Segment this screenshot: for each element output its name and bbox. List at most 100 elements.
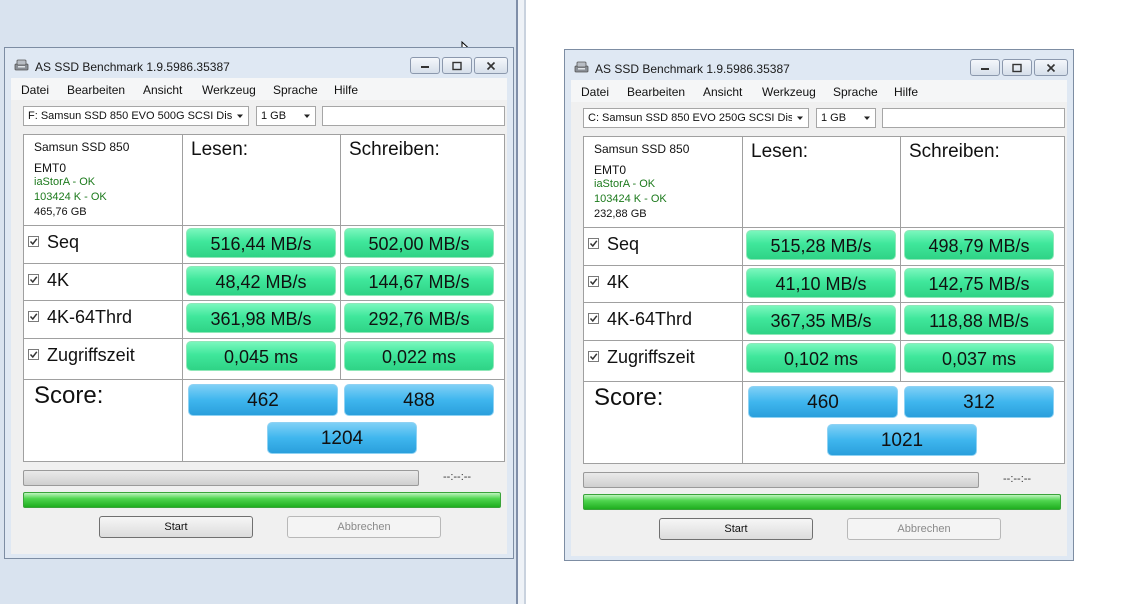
maximize-button[interactable] (1002, 59, 1032, 76)
menu-werkzeug[interactable]: Werkzeug (202, 83, 256, 97)
4k64-write-result: 292,76 MB/s (344, 303, 494, 333)
maximize-button[interactable] (442, 57, 472, 74)
divider (900, 137, 901, 381)
checkbox[interactable] (588, 275, 599, 287)
size-select-value: 1 GB (821, 112, 847, 124)
alignment-status: 103424 K - OK (594, 193, 667, 205)
overall-progress-bar (583, 494, 1061, 510)
checkbox[interactable] (28, 310, 39, 322)
4k-read-result: 41,10 MB/s (746, 268, 896, 298)
4k-read-result: 48,42 MB/s (186, 266, 336, 296)
access-write-result: 0,037 ms (904, 343, 1054, 373)
divider (182, 135, 183, 461)
close-button[interactable] (474, 57, 508, 74)
access-write-result: 0,022 ms (344, 341, 494, 371)
device-firmware: EMT0 (34, 161, 67, 175)
checkmark-icon (29, 351, 38, 358)
benchmark-window: AS SSD Benchmark 1.9.5986.35387 Datei Be… (564, 49, 1074, 561)
menu-datei[interactable]: Datei (581, 85, 609, 99)
checkmark-icon (29, 313, 38, 320)
row-label: Zugriffszeit (607, 347, 695, 367)
score-area: Score: (24, 380, 182, 461)
elapsed-time: --:--:-- (443, 471, 472, 483)
divider (584, 302, 1064, 303)
write-header: Schreiben: (909, 141, 1000, 162)
row-seq[interactable]: Seq (588, 234, 639, 255)
elapsed-time: --:--:-- (1003, 473, 1032, 485)
menu-hilfe[interactable]: Hilfe (894, 85, 918, 99)
menu-sprache[interactable]: Sprache (833, 85, 878, 99)
row-label: 4K-64Thrd (47, 307, 133, 327)
app-icon (574, 61, 589, 73)
close-icon (1046, 63, 1056, 72)
score-area: Score: (584, 382, 742, 463)
checkbox[interactable] (588, 350, 599, 362)
minimize-icon (981, 67, 989, 70)
row-access-time[interactable]: Zugriffszeit (28, 345, 135, 366)
window-title: AS SSD Benchmark 1.9.5986.35387 (35, 60, 230, 74)
driver-status: iaStorA - OK (594, 178, 656, 190)
title-bar[interactable]: AS SSD Benchmark 1.9.5986.35387 (5, 48, 513, 78)
size-select-value: 1 GB (261, 110, 287, 122)
device-capacity: 232,88 GB (594, 208, 647, 220)
divider (340, 135, 341, 379)
divider (24, 300, 504, 301)
minimize-button[interactable] (410, 57, 440, 74)
checkbox[interactable] (588, 237, 599, 249)
menu-datei[interactable]: Datei (21, 83, 49, 97)
checkmark-icon (29, 238, 38, 245)
seq-write-result: 498,79 MB/s (904, 230, 1054, 260)
start-button[interactable]: Start (99, 516, 253, 538)
row-seq[interactable]: Seq (28, 232, 79, 253)
window-client: Datei Bearbeiten Ansicht Werkzeug Sprach… (11, 78, 507, 554)
chevron-down-icon (864, 116, 870, 120)
total-score: 1204 (267, 422, 417, 454)
minimize-icon (421, 65, 429, 68)
row-label: Seq (47, 232, 80, 252)
chevron-down-icon (237, 114, 243, 118)
menu-sprache[interactable]: Sprache (273, 83, 318, 97)
read-score: 460 (748, 386, 898, 418)
checkmark-icon (589, 240, 598, 247)
drive-select[interactable]: C: Samsun SSD 850 EVO 250G SCSI Dis (583, 108, 809, 128)
window-border (524, 0, 526, 604)
menu-bearbeiten[interactable]: Bearbeiten (67, 83, 125, 97)
menu-bearbeiten[interactable]: Bearbeiten (627, 85, 685, 99)
row-label: 4K (47, 270, 70, 290)
menu-hilfe[interactable]: Hilfe (334, 83, 358, 97)
menu-ansicht[interactable]: Ansicht (143, 83, 182, 97)
row-access-time[interactable]: Zugriffszeit (588, 347, 695, 368)
close-button[interactable] (1034, 59, 1068, 76)
menu-werkzeug[interactable]: Werkzeug (762, 85, 816, 99)
checkbox[interactable] (28, 348, 39, 360)
size-select[interactable]: 1 GB (256, 106, 316, 126)
divider (24, 263, 504, 264)
row-4k-64thrd[interactable]: 4K-64Thrd (588, 309, 692, 330)
seq-read-result: 515,28 MB/s (746, 230, 896, 260)
drive-select[interactable]: F: Samsun SSD 850 EVO 500G SCSI Dis (23, 106, 249, 126)
drive-select-value: C: Samsun SSD 850 EVO 250G SCSI Dis (588, 112, 792, 124)
cancel-button[interactable]: Abbrechen (847, 518, 1001, 540)
title-bar[interactable]: AS SSD Benchmark 1.9.5986.35387 (565, 50, 1073, 80)
checkbox[interactable] (28, 235, 39, 247)
row-4k[interactable]: 4K (28, 270, 69, 291)
size-select[interactable]: 1 GB (816, 108, 876, 128)
divider (742, 137, 743, 463)
4k-write-result: 144,67 MB/s (344, 266, 494, 296)
device-name: Samsun SSD 850 (594, 142, 690, 156)
read-header: Lesen: (751, 141, 809, 162)
row-label: 4K (607, 272, 630, 292)
row-4k[interactable]: 4K (588, 272, 629, 293)
read-score: 462 (188, 384, 338, 416)
close-icon (486, 61, 496, 70)
maximize-icon (1012, 63, 1022, 72)
row-4k-64thrd[interactable]: 4K-64Thrd (28, 307, 132, 328)
start-button[interactable]: Start (659, 518, 813, 540)
cancel-button[interactable]: Abbrechen (287, 516, 441, 538)
menu-ansicht[interactable]: Ansicht (703, 85, 742, 99)
chevron-down-icon (797, 116, 803, 120)
checkbox[interactable] (588, 312, 599, 324)
checkbox[interactable] (28, 273, 39, 285)
overall-progress-bar (23, 492, 501, 508)
minimize-button[interactable] (970, 59, 1000, 76)
